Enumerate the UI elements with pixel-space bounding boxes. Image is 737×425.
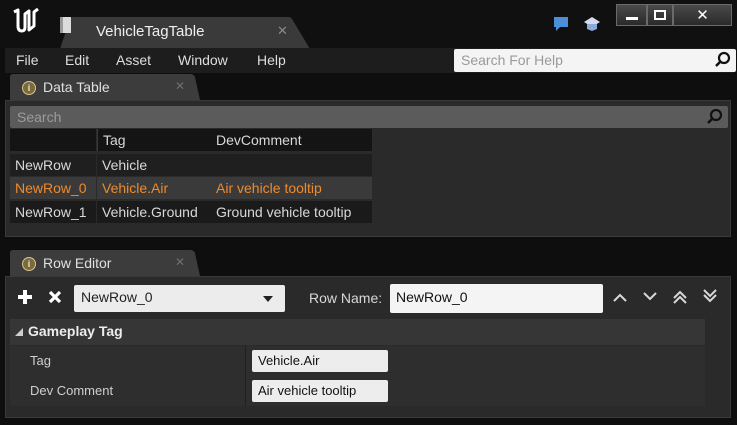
- menu-file[interactable]: File: [16, 52, 39, 68]
- property-row-dev-comment: Dev Comment Air vehicle tooltip: [10, 376, 705, 406]
- table-cell-tag[interactable]: Vehicle.Ground: [97, 201, 211, 223]
- table-row-name[interactable]: NewRow_1: [10, 201, 96, 223]
- property-row-tag: Tag Vehicle.Air: [10, 346, 705, 376]
- move-row-top-icon[interactable]: [673, 290, 687, 304]
- property-value: Air vehicle tooltip: [258, 383, 357, 398]
- column-header-rowname: [10, 129, 96, 151]
- data-table-asset-icon: [60, 17, 71, 33]
- menu-help[interactable]: Help: [257, 52, 286, 68]
- move-row-down-icon[interactable]: [643, 292, 657, 302]
- row-editor-tab-label: Row Editor: [43, 255, 112, 271]
- unreal-engine-logo[interactable]: [8, 4, 42, 38]
- info-icon: i: [22, 81, 36, 95]
- table-cell-devcomment[interactable]: [211, 154, 372, 176]
- title-bar: VehicleTagTable ✕ ✕: [0, 0, 737, 49]
- table-search-input[interactable]: Search: [10, 106, 728, 128]
- tag-value-field[interactable]: Vehicle.Air: [252, 350, 388, 372]
- column-divider[interactable]: [245, 376, 246, 406]
- info-icon: i: [22, 257, 36, 271]
- remove-row-icon[interactable]: [48, 290, 62, 304]
- category-gameplay-tag[interactable]: Gameplay Tag: [10, 319, 705, 345]
- add-row-icon[interactable]: [18, 290, 32, 304]
- move-row-bottom-icon[interactable]: [703, 289, 717, 303]
- document-tab-vehicletagtable[interactable]: VehicleTagTable ✕: [60, 17, 310, 49]
- property-label: Dev Comment: [30, 383, 114, 398]
- window-controls: ✕: [616, 4, 732, 26]
- tab-row-editor[interactable]: i Row Editor ✕: [10, 250, 200, 276]
- row-selector-dropdown[interactable]: NewRow_0: [74, 285, 285, 312]
- table-search-placeholder: Search: [17, 109, 62, 125]
- row-name-value: NewRow_0: [396, 289, 468, 305]
- close-window-button[interactable]: ✕: [673, 4, 732, 26]
- learn-icon[interactable]: [582, 14, 602, 34]
- column-divider[interactable]: [245, 346, 246, 376]
- category-label: Gameplay Tag: [28, 323, 123, 339]
- help-search-placeholder: Search For Help: [461, 52, 563, 68]
- expand-arrow-icon: [15, 328, 23, 336]
- move-row-up-icon[interactable]: [613, 292, 627, 302]
- maximize-button[interactable]: [647, 4, 673, 26]
- close-icon[interactable]: ✕: [175, 255, 185, 269]
- menu-edit[interactable]: Edit: [65, 52, 89, 68]
- document-tab-label: VehicleTagTable: [96, 23, 205, 40]
- column-header-tag[interactable]: Tag: [97, 129, 211, 151]
- column-header-devcomment[interactable]: DevComment: [211, 129, 372, 151]
- data-table-tab-label: Data Table: [43, 79, 110, 95]
- row-selector-value: NewRow_0: [81, 289, 153, 305]
- row-name-input[interactable]: NewRow_0: [390, 284, 603, 313]
- minimize-button[interactable]: [616, 4, 647, 26]
- help-search-input[interactable]: Search For Help: [454, 49, 736, 72]
- chat-icon[interactable]: [552, 15, 570, 33]
- menu-window[interactable]: Window: [178, 52, 228, 68]
- property-label: Tag: [30, 353, 51, 368]
- property-value: Vehicle.Air: [258, 353, 320, 368]
- menu-bar: File Edit Asset Window Help Search For H…: [5, 48, 736, 73]
- tab-data-table[interactable]: i Data Table ✕: [10, 74, 200, 100]
- table-row-name-selected[interactable]: NewRow_0: [10, 177, 96, 199]
- search-icon: [715, 51, 731, 67]
- table-cell-devcomment-selected[interactable]: Air vehicle tooltip: [211, 177, 372, 199]
- table-cell-devcomment[interactable]: Ground vehicle tooltip: [211, 201, 372, 223]
- row-name-label: Row Name:: [309, 290, 383, 306]
- table-cell-tag[interactable]: Vehicle: [97, 154, 211, 176]
- menu-asset[interactable]: Asset: [116, 52, 151, 68]
- dev-comment-value-field[interactable]: Air vehicle tooltip: [252, 380, 388, 402]
- table-row-name[interactable]: NewRow: [10, 154, 96, 176]
- table-cell-tag-selected[interactable]: Vehicle.Air: [97, 177, 211, 199]
- close-icon[interactable]: ✕: [175, 79, 185, 93]
- search-icon: [707, 108, 723, 124]
- chevron-down-icon: [263, 296, 273, 302]
- close-icon[interactable]: ✕: [277, 23, 288, 39]
